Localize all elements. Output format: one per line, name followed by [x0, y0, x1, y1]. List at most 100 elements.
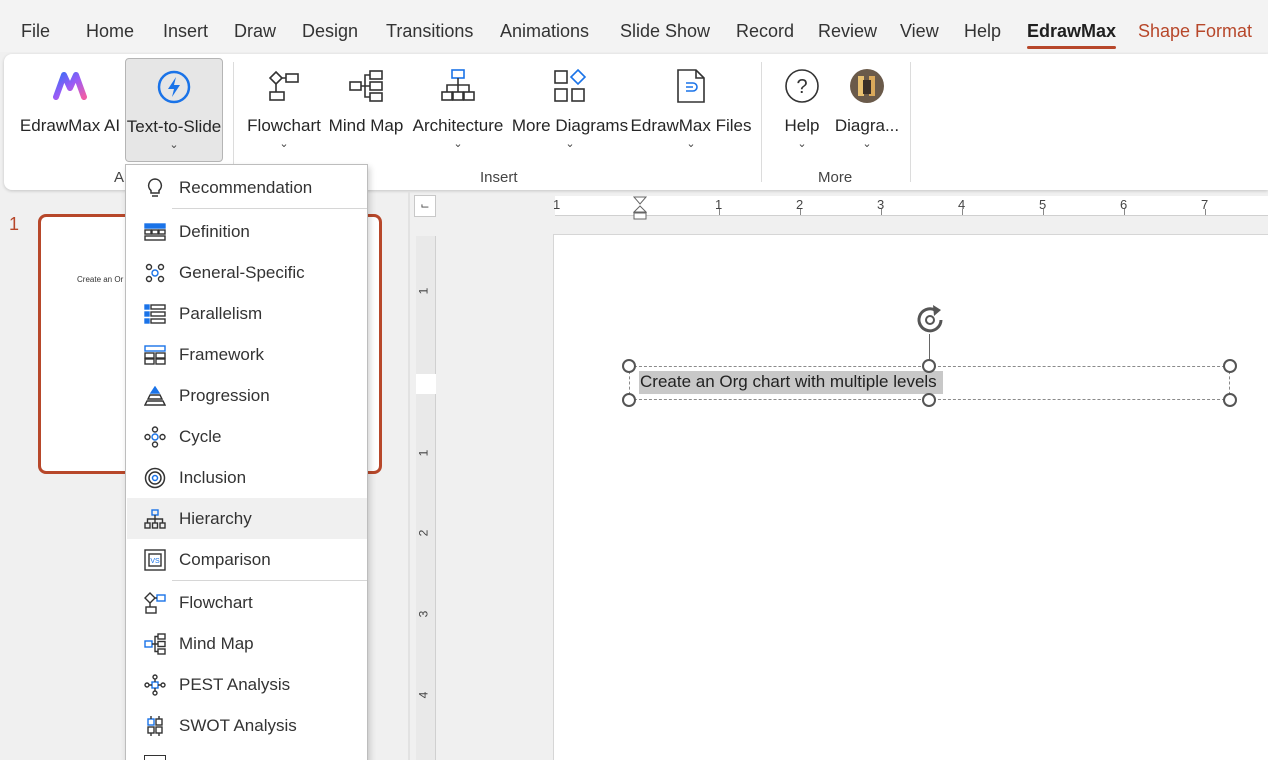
menu-item-progression[interactable]: Progression: [127, 375, 367, 416]
pane-divider[interactable]: [408, 192, 410, 760]
menu-item-definition[interactable]: Definition: [127, 211, 367, 252]
menu-item-mind-map[interactable]: Mind Map: [127, 623, 367, 664]
resize-handle-bottom-right[interactable]: [1223, 393, 1237, 407]
rotate-handle-icon[interactable]: [913, 303, 949, 337]
menu-item-label: Recommendation: [179, 177, 313, 197]
menu-item-inclusion[interactable]: Inclusion: [127, 457, 367, 498]
tab-file[interactable]: File: [21, 21, 50, 42]
vertical-ruler[interactable]: 1 1 2 3 4: [416, 236, 436, 760]
help-button[interactable]: ? Help ⌄: [774, 58, 830, 162]
architecture-button[interactable]: Architecture ⌄: [412, 58, 504, 162]
menu-item-label: Inclusion: [179, 467, 247, 487]
svg-text:?: ?: [796, 76, 807, 98]
tab-transitions[interactable]: Transitions: [386, 21, 473, 42]
parallelism-icon: [144, 303, 166, 325]
tab-selector[interactable]: ⌙: [414, 195, 436, 217]
menu-item-parallelism[interactable]: Parallelism: [127, 293, 367, 334]
chevron-down-icon: ⌄: [686, 138, 696, 150]
more-diagrams-button[interactable]: More Diagrams ⌄: [508, 58, 632, 162]
menu-item-framework[interactable]: Framework: [127, 334, 367, 375]
flowchart-icon: [144, 591, 166, 614]
text-to-slide-menu: Recommendation Definition General-Specif…: [125, 164, 368, 760]
more-diagrams-label: More Diagrams: [511, 116, 629, 135]
chevron-down-icon: ⌄: [565, 138, 575, 150]
help-icon: ?: [782, 66, 822, 106]
mind-map-label: Mind Map: [328, 116, 404, 135]
more-group-label: More: [818, 169, 853, 186]
edrawmax-ai-button[interactable]: EdrawMax AI: [18, 58, 122, 162]
resize-handle-top[interactable]: [922, 359, 936, 373]
chevron-down-icon: ⌄: [453, 138, 463, 150]
horizontal-ruler[interactable]: 1 1 2 3 4 5 6 7: [553, 196, 1268, 220]
text-box-content[interactable]: Create an Org chart with multiple levels: [639, 371, 943, 394]
diagram-label: Diagra...: [834, 116, 900, 135]
menu-item-recommendation[interactable]: Recommendation: [127, 167, 367, 208]
edrawmax-ai-label: EdrawMax AI: [19, 116, 121, 135]
progression-icon: [144, 385, 166, 407]
tab-slide-show[interactable]: Slide Show: [620, 21, 710, 42]
menu-item-label: General-Specific: [179, 262, 305, 282]
lightbulb-icon: [144, 177, 166, 199]
group-divider: [761, 62, 762, 182]
ruler-tick: [962, 209, 963, 215]
tab-help[interactable]: Help: [964, 21, 1001, 42]
inclusion-icon: [144, 467, 166, 489]
chevron-down-icon: ⌄: [862, 138, 872, 150]
tab-animations[interactable]: Animations: [500, 21, 589, 42]
tab-edrawmax[interactable]: EdrawMax: [1027, 21, 1117, 49]
edrawmax-files-button[interactable]: EdrawMax Files ⌄: [631, 58, 751, 162]
tab-record[interactable]: Record: [736, 21, 794, 42]
menu-item-label: Hierarchy: [179, 508, 252, 528]
tab-shape-format[interactable]: Shape Format: [1138, 21, 1252, 42]
menu-separator: [172, 580, 367, 581]
framework-icon: [144, 344, 166, 366]
pest-icon: [144, 673, 166, 696]
architecture-icon: [438, 66, 478, 106]
menu-item-general-specific[interactable]: General-Specific: [127, 252, 367, 293]
cycle-icon: [144, 425, 166, 448]
definition-icon: [144, 221, 166, 243]
mind-map-button[interactable]: Mind Map: [326, 58, 406, 162]
menu-item-pest-analysis[interactable]: PEST Analysis: [127, 664, 367, 705]
flowchart-button[interactable]: Flowchart ⌄: [244, 58, 324, 162]
ruler-tick: [1124, 209, 1125, 215]
ruler-tick: [881, 209, 882, 215]
indent-marker-icon[interactable]: [633, 196, 647, 220]
flowchart-label: Flowchart: [247, 116, 321, 135]
menu-item-swot-analysis[interactable]: SWOT Analysis: [127, 705, 367, 746]
mind-map-icon: [144, 632, 166, 655]
ruler-number: 1: [416, 287, 431, 295]
menu-item-comparison[interactable]: VS Comparison: [127, 539, 367, 580]
chevron-down-icon: ⌄: [279, 138, 289, 150]
menu-item-label: Progression: [179, 385, 270, 405]
slide-number: 1: [9, 214, 20, 234]
menu-item-label: Mind Map: [179, 633, 254, 653]
tab-view[interactable]: View: [900, 21, 939, 42]
resize-handle-top-left[interactable]: [622, 359, 636, 373]
text-to-slide-button[interactable]: Text-to-Slide ⌄: [125, 58, 223, 162]
menu-tab-bar: File Home Insert Draw Design Transitions…: [0, 0, 1268, 52]
tab-draw[interactable]: Draw: [234, 21, 276, 42]
slide-canvas[interactable]: [553, 234, 1268, 760]
ruler-margin-marker: [416, 374, 436, 394]
resize-handle-bottom-left[interactable]: [622, 393, 636, 407]
ruler-number: 1: [553, 197, 561, 212]
flowchart-icon: [264, 66, 304, 106]
menu-item-label: Definition: [179, 221, 250, 241]
menu-item-flowchart[interactable]: Flowchart: [127, 582, 367, 623]
tab-insert[interactable]: Insert: [163, 21, 208, 42]
hierarchy-icon: [144, 508, 166, 530]
tab-home[interactable]: Home: [86, 21, 134, 42]
resize-handle-bottom[interactable]: [922, 393, 936, 407]
menu-item-label: Cycle: [179, 426, 222, 446]
resize-handle-top-right[interactable]: [1223, 359, 1237, 373]
diagram-button[interactable]: Diagra... ⌄: [832, 58, 902, 162]
menu-item-cycle[interactable]: Cycle: [127, 416, 367, 457]
comparison-icon: VS: [144, 548, 166, 571]
menu-item-hierarchy[interactable]: Hierarchy: [127, 498, 367, 539]
tab-review[interactable]: Review: [818, 21, 877, 42]
tab-design[interactable]: Design: [302, 21, 358, 42]
chevron-down-icon: ⌄: [169, 139, 179, 151]
menu-item-label: Framework: [179, 344, 265, 364]
group-divider: [910, 62, 911, 182]
